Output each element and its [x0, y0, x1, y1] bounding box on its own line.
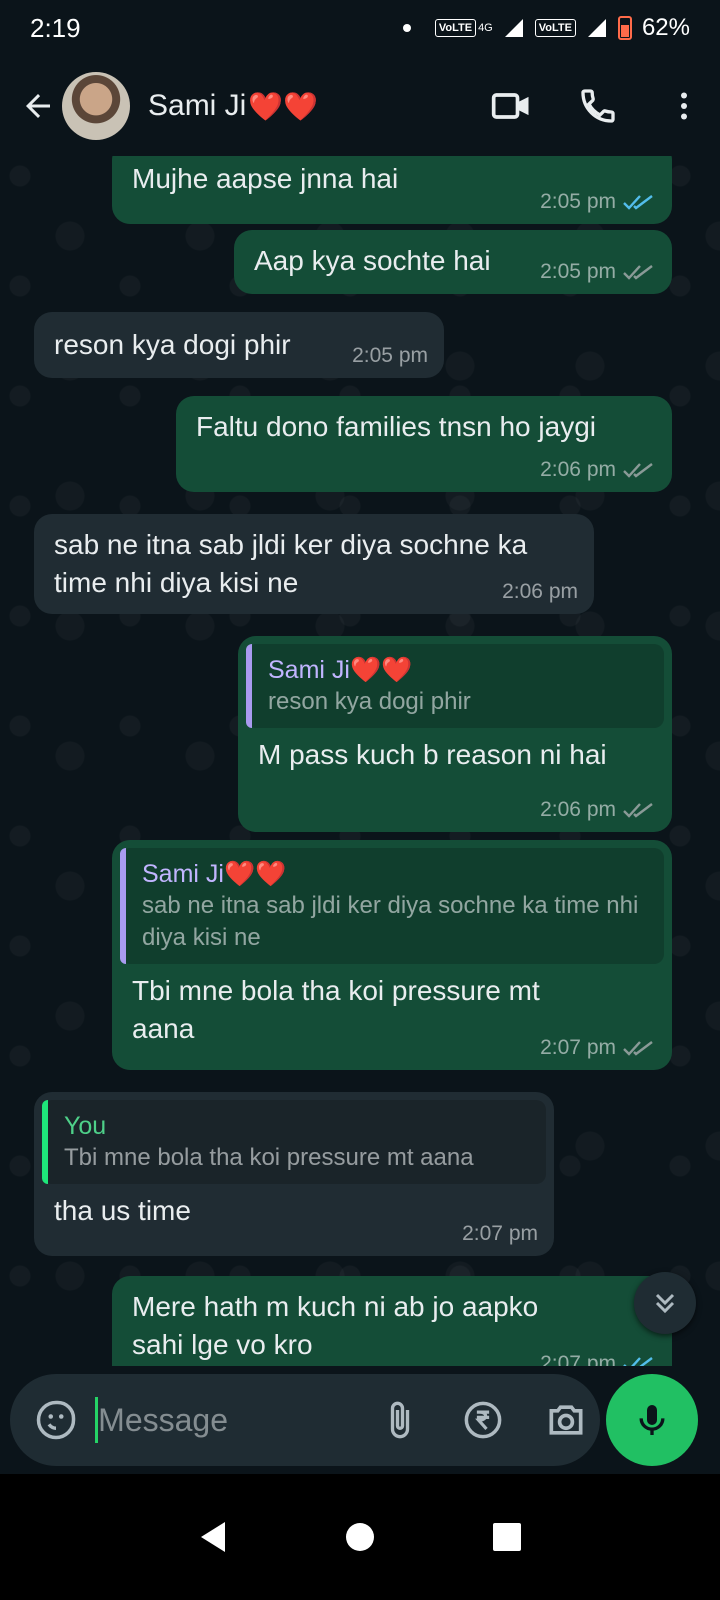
triangle-back-icon	[201, 1522, 226, 1552]
scroll-to-bottom-button[interactable]	[634, 1272, 696, 1334]
contact-name-hearts: ❤️❤️	[248, 90, 319, 122]
contact-name[interactable]: Sami Ji ❤️❤️	[148, 89, 318, 123]
message-time: 2:05 pm	[540, 190, 616, 213]
message-meta: 2:07 pm	[540, 1352, 656, 1366]
message-meta: 2:07 pm	[540, 1036, 656, 1060]
quoted-author: You	[64, 1112, 107, 1140]
message-input[interactable]	[98, 1390, 349, 1450]
contact-name-text: Sami Ji	[148, 89, 247, 122]
phone-icon	[581, 89, 615, 123]
notification-dot-icon	[402, 24, 411, 32]
signal-icon	[504, 19, 523, 37]
quoted-message[interactable]: You Tbi mne bola tha koi pressure mt aan…	[42, 1100, 546, 1184]
voice-call-button[interactable]	[562, 70, 634, 142]
chat-header: Sami Ji ❤️❤️	[0, 56, 720, 156]
message-composer	[0, 1366, 720, 1474]
sticker-emoji-button[interactable]	[22, 1385, 89, 1455]
status-time: 2:19	[30, 12, 81, 43]
reply-message-bubble[interactable]: Sami Ji❤️❤️ reson kya dogi phir M pass k…	[238, 636, 672, 832]
status-icons: VoLTE 4G VoLTE 62%	[402, 14, 690, 42]
circle-home-icon	[345, 1523, 374, 1551]
message-time: 2:07 pm	[540, 1036, 616, 1059]
double-chevron-down-icon	[655, 1293, 675, 1314]
back-arrow-icon[interactable]	[8, 76, 68, 136]
delivered-double-tick-icon	[623, 803, 653, 818]
message-bubble[interactable]: Aap kya sochte hai 2:05 pm	[234, 230, 672, 294]
nav-recents-button[interactable]	[467, 1497, 547, 1577]
reply-message-bubble[interactable]: Sami Ji❤️❤️ sab ne itna sab jldi ker diy…	[112, 840, 672, 1070]
read-double-tick-icon	[623, 1357, 653, 1366]
delivered-double-tick-icon	[623, 463, 653, 478]
message-meta: 2:06 pm	[540, 458, 656, 482]
read-double-tick-icon	[623, 195, 653, 210]
contact-avatar[interactable]	[62, 72, 130, 140]
message-time: 2:05 pm	[352, 344, 428, 367]
kebab-menu-icon	[681, 92, 687, 120]
quoted-message[interactable]: Sami Ji❤️❤️ reson kya dogi phir	[246, 644, 664, 728]
network-type: 4G	[478, 22, 493, 34]
volte-badge-2: VoLTE	[534, 19, 576, 37]
message-input-bar	[10, 1374, 600, 1466]
message-bubble[interactable]: sab ne itna sab jldi ker diya sochne ka …	[34, 514, 594, 614]
quoted-text: sab ne itna sab jldi ker diya sochne ka …	[142, 892, 639, 951]
message-bubble[interactable]: Mujhe aapse jnna hai 2:05 pm	[112, 156, 672, 224]
square-recents-icon	[492, 1523, 521, 1551]
video-camera-icon	[491, 93, 529, 119]
message-meta: 2:05 pm	[540, 260, 656, 284]
message-meta: 2:05 pm	[352, 344, 428, 368]
status-bar: 2:19 VoLTE 4G VoLTE 62%	[0, 0, 720, 56]
message-time: 2:06 pm	[502, 580, 578, 603]
reply-message-bubble[interactable]: You Tbi mne bola tha koi pressure mt aan…	[34, 1092, 554, 1256]
battery-icon	[617, 16, 632, 40]
quoted-author: Sami Ji❤️❤️	[268, 656, 413, 684]
message-text: sab ne itna sab jldi ker diya sochne ka …	[54, 529, 535, 598]
battery-level: 62%	[641, 14, 690, 41]
quoted-message[interactable]: Sami Ji❤️❤️ sab ne itna sab jldi ker diy…	[120, 848, 664, 964]
message-meta: 2:07 pm	[462, 1222, 538, 1246]
delivered-double-tick-icon	[623, 1041, 653, 1056]
message-text: M pass kuch b reason ni hai	[258, 739, 607, 770]
message-bubble[interactable]: Faltu dono families tnsn ho jaygi 2:06 p…	[176, 396, 672, 492]
message-meta: 2:06 pm	[502, 580, 578, 604]
payment-button[interactable]	[449, 1385, 516, 1455]
attach-button[interactable]	[366, 1385, 433, 1455]
message-time: 2:05 pm	[540, 260, 616, 283]
video-call-button[interactable]	[476, 70, 548, 142]
message-meta: 2:05 pm	[540, 190, 656, 214]
nav-home-button[interactable]	[320, 1497, 400, 1577]
signal-icon-2	[587, 19, 606, 37]
voice-message-button[interactable]	[606, 1374, 698, 1466]
paperclip-icon	[390, 1401, 409, 1439]
quoted-text: Tbi mne bola tha koi pressure mt aana	[64, 1144, 474, 1171]
message-meta: 2:06 pm	[540, 798, 656, 822]
message-bubble[interactable]: Mere hath m kuch ni ab jo aapko sahi lge…	[112, 1276, 672, 1366]
system-navigation-bar	[0, 1474, 720, 1600]
microphone-icon	[639, 1405, 665, 1435]
camera-icon	[549, 1405, 583, 1435]
message-time: 2:06 pm	[540, 798, 616, 821]
delivered-double-tick-icon	[623, 265, 653, 280]
message-time: 2:07 pm	[462, 1222, 538, 1245]
message-time: 2:07 pm	[540, 1352, 616, 1366]
message-text: Faltu dono families tnsn ho jaygi	[196, 411, 596, 442]
message-bubble[interactable]: reson kya dogi phir 2:05 pm	[34, 312, 444, 378]
camera-button[interactable]	[533, 1385, 600, 1455]
chat-messages[interactable]: Mujhe aapse jnna hai 2:05 pm Aap kya soc…	[0, 156, 720, 1366]
more-options-button[interactable]	[648, 70, 720, 142]
quoted-text: reson kya dogi phir	[268, 688, 471, 715]
rupee-icon	[464, 1401, 502, 1439]
nav-back-button[interactable]	[173, 1497, 253, 1577]
message-time: 2:06 pm	[540, 458, 616, 481]
message-text: Mere hath m kuch ni ab jo aapko sahi lge…	[132, 1291, 547, 1360]
header-actions	[462, 70, 720, 142]
sticker-icon	[36, 1400, 75, 1440]
quoted-author: Sami Ji❤️❤️	[142, 860, 287, 888]
volte-badge: VoLTE	[434, 19, 477, 37]
